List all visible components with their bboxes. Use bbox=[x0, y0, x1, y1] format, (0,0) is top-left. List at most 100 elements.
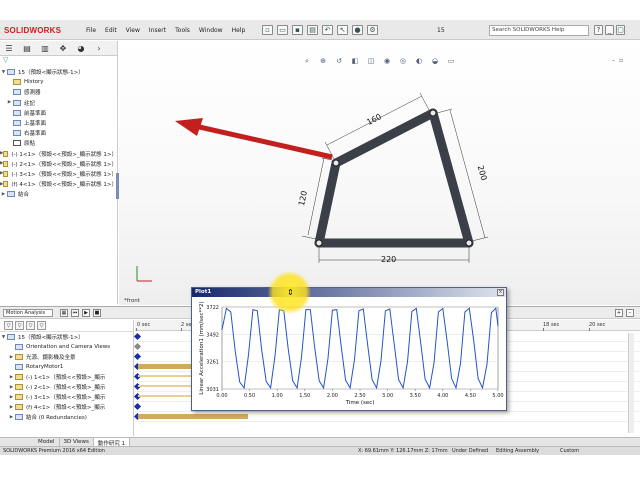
filter-animated-icon[interactable]: ▽ bbox=[4, 321, 13, 330]
dimxpert-tab-icon[interactable]: ✥ bbox=[54, 41, 72, 55]
tree-item-part-3[interactable]: ▶ (-) 3<1>（預設<<預設>_顯示狀態 1>） bbox=[0, 169, 117, 179]
dimension-label-top[interactable]: 160 bbox=[365, 112, 383, 127]
dimension-label-bottom[interactable]: 220 bbox=[381, 255, 396, 264]
tree-item-part-2[interactable]: ▶ (-) 2<1>（預設<<預設>_顯示狀態 1>） bbox=[0, 159, 117, 169]
expand-arrow-icon[interactable]: ▶ bbox=[8, 405, 15, 410]
expand-arrow-icon[interactable]: ▶ bbox=[8, 355, 15, 360]
plot-title-bar[interactable]: Plot1 bbox=[192, 288, 506, 297]
keypoint-icon[interactable] bbox=[133, 342, 142, 351]
tree-item-sensors[interactable]: 感測器 bbox=[0, 87, 117, 97]
tree-item-label: (-) 1<1>（預設<<預設>_顯示 bbox=[26, 375, 106, 381]
expand-arrow-icon[interactable]: ▶ bbox=[8, 415, 15, 420]
play-icon[interactable]: ▶ bbox=[82, 309, 90, 317]
save-icon[interactable]: ▪ bbox=[292, 25, 303, 35]
options-icon[interactable]: ⚙ bbox=[367, 25, 378, 35]
motion-tree-item[interactable]: ▶ (-) 2<1>（預設<<預設>_顯示 bbox=[0, 382, 133, 392]
motion-tree-item[interactable]: ▶ 結合 (0 Redundancies) bbox=[0, 412, 133, 422]
help-icon[interactable]: ? bbox=[594, 25, 603, 35]
expand-arrow-icon[interactable]: ▶ bbox=[8, 385, 15, 390]
mates-duration-bar[interactable] bbox=[138, 414, 248, 419]
menu-help[interactable]: Help bbox=[232, 27, 246, 34]
open-icon[interactable]: ▭ bbox=[277, 25, 288, 35]
coupler-link[interactable] bbox=[331, 108, 438, 168]
status-units[interactable]: Custom bbox=[560, 448, 579, 454]
tree-root[interactable]: ▼ 15（預設<顯示狀態-1>） bbox=[0, 67, 117, 77]
expand-arrow-icon[interactable]: ▼ bbox=[0, 70, 7, 75]
expand-arrow-icon[interactable]: ▶ bbox=[6, 100, 13, 105]
help-search-input[interactable]: Search SOLIDWORKS Help bbox=[489, 25, 589, 36]
motion-tree-item[interactable]: ▶ (-) 3<1>（預設<<預設>_顯示 bbox=[0, 392, 133, 402]
expand-arrow-icon[interactable]: ▼ bbox=[0, 335, 7, 340]
study-type-select[interactable]: Motion Analysis bbox=[3, 309, 53, 317]
minimize-icon[interactable]: _ bbox=[605, 25, 614, 35]
calculate-icon[interactable]: ▦ bbox=[60, 309, 68, 317]
expand-arrow-icon[interactable]: ▶ bbox=[0, 192, 7, 197]
expand-arrow-icon[interactable]: ▶ bbox=[8, 375, 15, 380]
keypoint-icon[interactable] bbox=[133, 402, 142, 411]
tree-item-origin[interactable]: 原點 bbox=[0, 138, 117, 148]
rebuild-icon[interactable]: ● bbox=[352, 25, 363, 35]
expand-arrow-icon[interactable]: ▶ bbox=[8, 395, 15, 400]
restore-icon[interactable]: ▢ bbox=[616, 25, 625, 35]
menu-file[interactable]: File bbox=[86, 27, 96, 34]
tree-item-label: 原點 bbox=[24, 141, 36, 148]
tree-item-history[interactable]: History bbox=[0, 77, 117, 87]
property-manager-tab-icon[interactable]: ▤ bbox=[18, 41, 36, 55]
stop-icon[interactable]: ■ bbox=[93, 309, 101, 317]
status-version: SOLIDWORKS Premium 2016 x64 Edition bbox=[3, 448, 105, 454]
motion-tree-item[interactable]: ▶ 光源、鏡影機及全景 bbox=[0, 352, 133, 362]
timeline-row bbox=[133, 412, 640, 422]
expand-panel-icon[interactable]: › bbox=[90, 41, 108, 55]
tab-3d-views[interactable]: 3D Views bbox=[60, 438, 94, 446]
menu-edit[interactable]: Edit bbox=[105, 27, 117, 34]
tree-item-mates[interactable]: ▶ 結合 bbox=[0, 189, 117, 199]
x-axis-label: Time (sec) bbox=[345, 400, 375, 406]
filter-results-icon[interactable]: ▽ bbox=[37, 321, 46, 330]
filter-driving-icon[interactable]: ▽ bbox=[15, 321, 24, 330]
motion-tree-root[interactable]: ▼ 15（預設<顯示狀態-1>） bbox=[0, 332, 133, 342]
menu-view[interactable]: View bbox=[126, 27, 140, 34]
y-axis-label: Linear Acceleration1 (mm/sec**2) bbox=[199, 301, 205, 394]
rotary-motor-icon bbox=[15, 364, 23, 370]
input-link[interactable] bbox=[314, 158, 341, 248]
mechanism-model: 220 160 200 120 bbox=[136, 92, 489, 282]
motion-tree-item[interactable]: ▶ (-) 1<1>（預設<<預設>_顯示 bbox=[0, 372, 133, 382]
close-icon[interactable]: × bbox=[497, 289, 504, 296]
motion-tree-item[interactable]: ▶ (f) 4<1>（預設<<預設>_顯示 bbox=[0, 402, 133, 412]
dimension-label-left[interactable]: 120 bbox=[297, 190, 309, 207]
tree-item-part-1[interactable]: ▶ (-) 1<1>（預設<<預設>_顯示狀態 1>） bbox=[0, 149, 117, 159]
timeline-scrollbar[interactable] bbox=[628, 333, 634, 433]
select-icon[interactable]: ↖ bbox=[337, 25, 348, 35]
keypoint-icon[interactable] bbox=[133, 332, 142, 341]
tree-item-front-plane[interactable]: 前基準面 bbox=[0, 108, 117, 118]
tree-item-right-plane[interactable]: 右基準面 bbox=[0, 128, 117, 138]
zoom-out-timeline-icon[interactable]: – bbox=[626, 309, 634, 317]
results-plot-window[interactable]: Plot1 × 3722 3492 3261 3031 0.00 0.50 1.00 1.50… bbox=[191, 287, 507, 411]
document-tabs: Model 3D Views 動作研究 1 bbox=[0, 437, 640, 447]
display-manager-tab-icon[interactable]: ◕ bbox=[72, 41, 90, 55]
play-from-start-icon[interactable]: ⏮ bbox=[71, 309, 79, 317]
output-link[interactable] bbox=[428, 108, 474, 248]
configuration-manager-tab-icon[interactable]: ▥ bbox=[36, 41, 54, 55]
new-icon[interactable]: ▫ bbox=[262, 25, 273, 35]
undo-icon[interactable]: ↶ bbox=[322, 25, 333, 35]
feature-tree-tab-icon[interactable]: ☰ bbox=[0, 41, 18, 55]
menu-window[interactable]: Window bbox=[199, 27, 223, 34]
tree-item-part-4[interactable]: ▶ (f) 4<1>（預設<<預設>_顯示狀態 1>） bbox=[0, 179, 117, 189]
tab-model[interactable]: Model bbox=[34, 438, 60, 446]
filter-selected-icon[interactable]: ▽ bbox=[26, 321, 35, 330]
plot-area bbox=[221, 306, 499, 390]
filter-icon[interactable]: ▽ bbox=[0, 56, 117, 67]
dimension-label-right[interactable]: 200 bbox=[476, 164, 489, 181]
motion-tree-item[interactable]: RotaryMotor1 bbox=[0, 362, 133, 372]
motion-tree-item[interactable]: Orientation and Camera Views bbox=[0, 342, 133, 352]
menu-insert[interactable]: Insert bbox=[149, 27, 166, 34]
zoom-in-timeline-icon[interactable]: + bbox=[615, 309, 623, 317]
tab-motion-study[interactable]: 動作研究 1 bbox=[93, 438, 131, 447]
menu-tools[interactable]: Tools bbox=[175, 27, 190, 34]
keypoint-icon[interactable] bbox=[133, 352, 142, 361]
print-icon[interactable]: ▤ bbox=[307, 25, 318, 35]
motion-manager-filters: ▽ ▽ ▽ ▽ bbox=[0, 320, 133, 332]
tree-item-annotations[interactable]: ▶ 註記 bbox=[0, 98, 117, 108]
tree-item-top-plane[interactable]: 上基準面 bbox=[0, 118, 117, 128]
